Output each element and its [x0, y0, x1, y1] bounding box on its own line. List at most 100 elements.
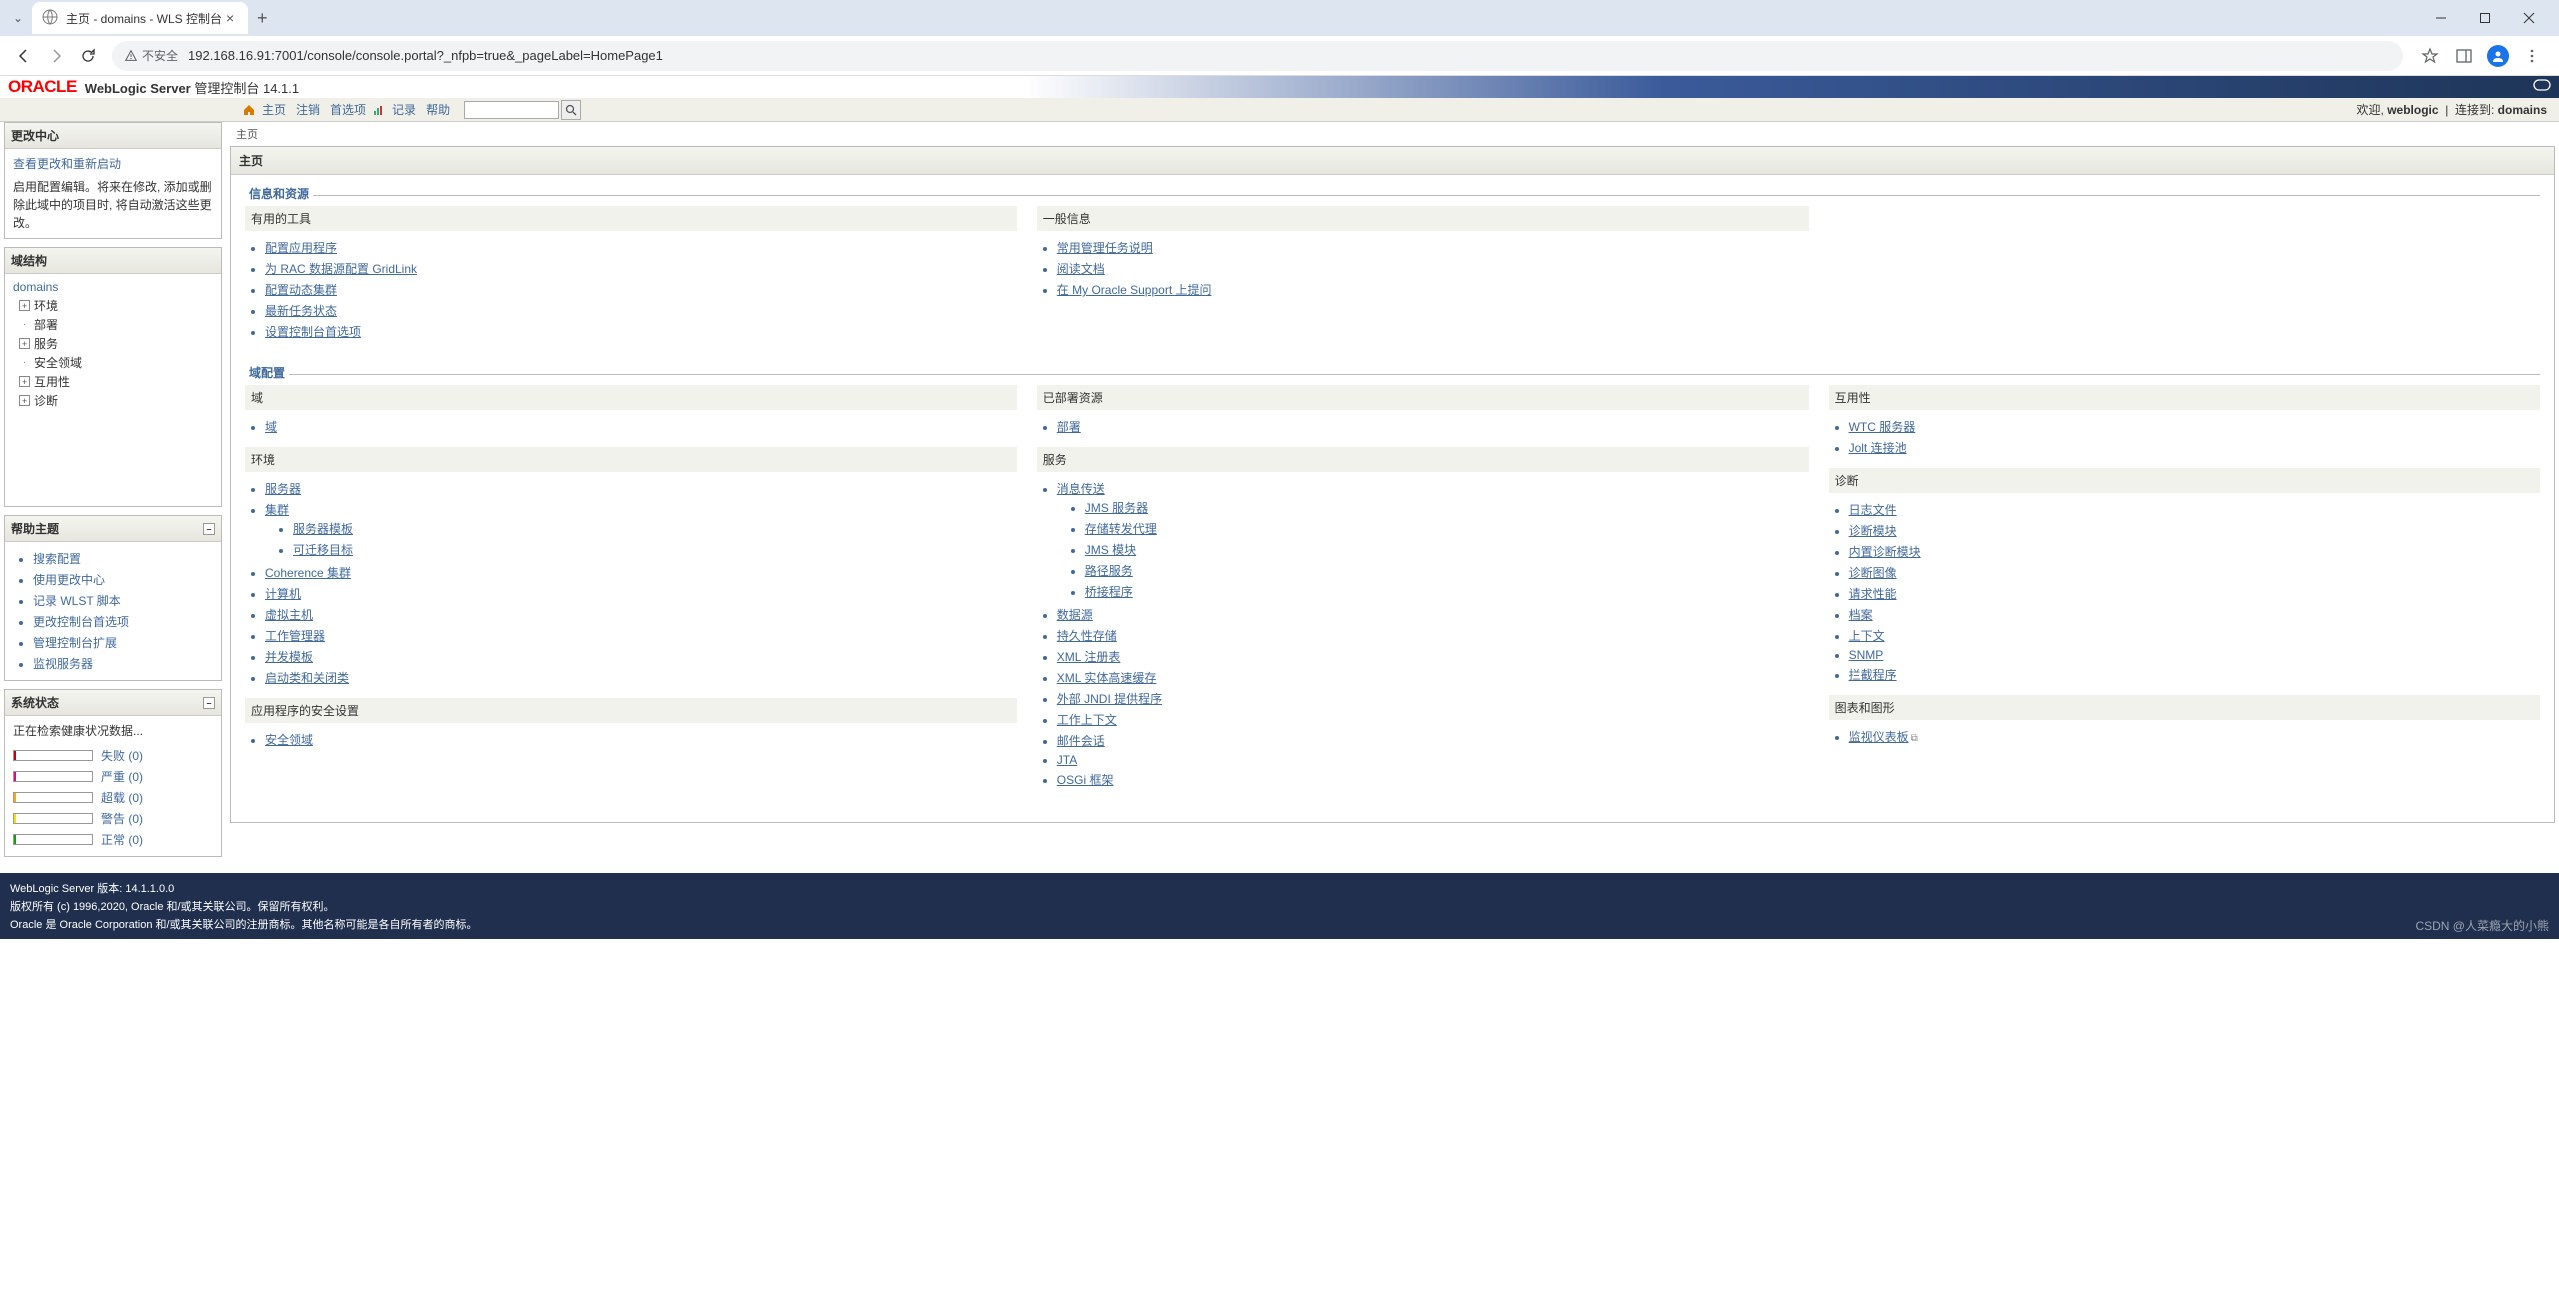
link[interactable]: XML 实体高速缓存	[1057, 671, 1157, 685]
tree-node[interactable]: + 互用性	[19, 372, 213, 391]
link[interactable]: 存储转发代理	[1085, 522, 1157, 536]
link[interactable]: 工作上下文	[1057, 713, 1117, 727]
tree-label[interactable]: 部署	[34, 316, 58, 333]
link[interactable]: 内置诊断模块	[1849, 545, 1921, 559]
help-link[interactable]: 更改控制台首选项	[33, 615, 129, 629]
nav-record[interactable]: 记录	[388, 101, 420, 118]
maximize-icon[interactable]	[2463, 0, 2507, 36]
link[interactable]: 并发模板	[265, 650, 313, 664]
help-link[interactable]: 搜索配置	[33, 552, 81, 566]
tree-label[interactable]: 互用性	[34, 373, 70, 390]
help-link[interactable]: 使用更改中心	[33, 573, 105, 587]
link[interactable]: 在 My Oracle Support 上提问	[1057, 283, 1212, 297]
tab-list-chevron-icon[interactable]: ⌄	[8, 11, 28, 25]
nav-preferences[interactable]: 首选项	[326, 101, 370, 118]
link[interactable]: 监视仪表板	[1849, 730, 1909, 744]
collapse-icon[interactable]: –	[203, 523, 215, 535]
link[interactable]: JTA	[1057, 753, 1077, 767]
link[interactable]: 请求性能	[1849, 587, 1897, 601]
link[interactable]: 虚拟主机	[265, 608, 313, 622]
link[interactable]: JMS 服务器	[1085, 501, 1148, 515]
link[interactable]: 持久性存储	[1057, 629, 1117, 643]
profile-avatar-icon[interactable]	[2487, 45, 2509, 67]
expand-icon[interactable]: +	[19, 395, 30, 406]
link[interactable]: 诊断模块	[1849, 524, 1897, 538]
link[interactable]: OSGi 框架	[1057, 773, 1114, 787]
link[interactable]: 域	[265, 420, 277, 434]
forward-button[interactable]	[40, 40, 72, 72]
security-indicator[interactable]: 不安全	[124, 47, 178, 64]
link[interactable]: 邮件会话	[1057, 734, 1105, 748]
link[interactable]: 日志文件	[1849, 503, 1897, 517]
link[interactable]: 工作管理器	[265, 629, 325, 643]
status-label[interactable]: 警告 (0)	[101, 810, 143, 827]
kebab-menu-icon[interactable]	[2521, 45, 2543, 67]
link[interactable]: 上下文	[1849, 629, 1885, 643]
status-label[interactable]: 失败 (0)	[101, 747, 143, 764]
tree-node[interactable]: + 诊断	[19, 391, 213, 410]
link[interactable]: XML 注册表	[1057, 650, 1121, 664]
link[interactable]: 启动类和关闭类	[265, 671, 349, 685]
header-bubble-icon[interactable]	[2533, 79, 2551, 96]
help-link[interactable]: 监视服务器	[33, 657, 93, 671]
view-changes-link[interactable]: 查看更改和重新启动	[13, 155, 213, 172]
status-label[interactable]: 超载 (0)	[101, 789, 143, 806]
tree-label[interactable]: 服务	[34, 335, 58, 352]
link[interactable]: 最新任务状态	[265, 304, 337, 318]
link[interactable]: 外部 JNDI 提供程序	[1057, 692, 1162, 706]
link[interactable]: 部署	[1057, 420, 1081, 434]
link[interactable]: 桥接程序	[1085, 585, 1133, 599]
link[interactable]: Coherence 集群	[265, 566, 351, 580]
status-label[interactable]: 严重 (0)	[101, 768, 143, 785]
search-input[interactable]	[464, 101, 559, 119]
link[interactable]: 设置控制台首选项	[265, 325, 361, 339]
link[interactable]: 诊断图像	[1849, 566, 1897, 580]
tree-label[interactable]: 环境	[34, 297, 58, 314]
nav-logout[interactable]: 注销	[292, 101, 324, 118]
tree-label[interactable]: 诊断	[34, 392, 58, 409]
reload-button[interactable]	[72, 40, 104, 72]
url-box[interactable]: 不安全 192.168.16.91:7001/console/console.p…	[112, 41, 2403, 71]
nav-help[interactable]: 帮助	[422, 101, 454, 118]
search-button[interactable]	[561, 100, 581, 120]
tree-root[interactable]: domains	[13, 280, 58, 294]
bookmark-star-icon[interactable]	[2419, 45, 2441, 67]
minimize-icon[interactable]	[2419, 0, 2463, 36]
link[interactable]: 服务器模板	[293, 522, 353, 536]
link[interactable]: WTC 服务器	[1849, 420, 1916, 434]
link[interactable]: 计算机	[265, 587, 301, 601]
link[interactable]: 拦截程序	[1849, 668, 1897, 682]
new-tab-button[interactable]: +	[248, 8, 276, 29]
link[interactable]: JMS 模块	[1085, 543, 1136, 557]
link[interactable]: 数据源	[1057, 608, 1093, 622]
expand-icon[interactable]: +	[19, 338, 30, 349]
tree-label[interactable]: 安全领域	[34, 354, 82, 371]
link[interactable]: 集群	[265, 503, 289, 517]
link[interactable]: SNMP	[1849, 648, 1884, 662]
link[interactable]: 配置应用程序	[265, 241, 337, 255]
link[interactable]: 为 RAC 数据源配置 GridLink	[265, 262, 417, 276]
link[interactable]: 可迁移目标	[293, 543, 353, 557]
expand-icon[interactable]: +	[19, 300, 30, 311]
link[interactable]: 阅读文档	[1057, 262, 1105, 276]
link[interactable]: 消息传送	[1057, 482, 1105, 496]
help-link[interactable]: 记录 WLST 脚本	[33, 594, 121, 608]
link[interactable]: 服务器	[265, 482, 301, 496]
close-icon[interactable]	[2507, 0, 2551, 36]
link[interactable]: Jolt 连接池	[1849, 441, 1907, 455]
tree-node[interactable]: ·部署	[19, 315, 213, 334]
collapse-icon[interactable]: –	[203, 697, 215, 709]
tree-node[interactable]: + 服务	[19, 334, 213, 353]
link[interactable]: 档案	[1849, 608, 1873, 622]
browser-tab[interactable]: 主页 - domains - WLS 控制台 ×	[32, 2, 248, 34]
link[interactable]: 配置动态集群	[265, 283, 337, 297]
help-link[interactable]: 管理控制台扩展	[33, 636, 117, 650]
tree-node[interactable]: ·安全领域	[19, 353, 213, 372]
expand-icon[interactable]: +	[19, 376, 30, 387]
tab-close-icon[interactable]: ×	[222, 10, 238, 26]
nav-home[interactable]: 主页	[258, 101, 290, 118]
tree-node[interactable]: + 环境	[19, 296, 213, 315]
side-panel-icon[interactable]	[2453, 45, 2475, 67]
link[interactable]: 安全领域	[265, 733, 313, 747]
link[interactable]: 路径服务	[1085, 564, 1133, 578]
